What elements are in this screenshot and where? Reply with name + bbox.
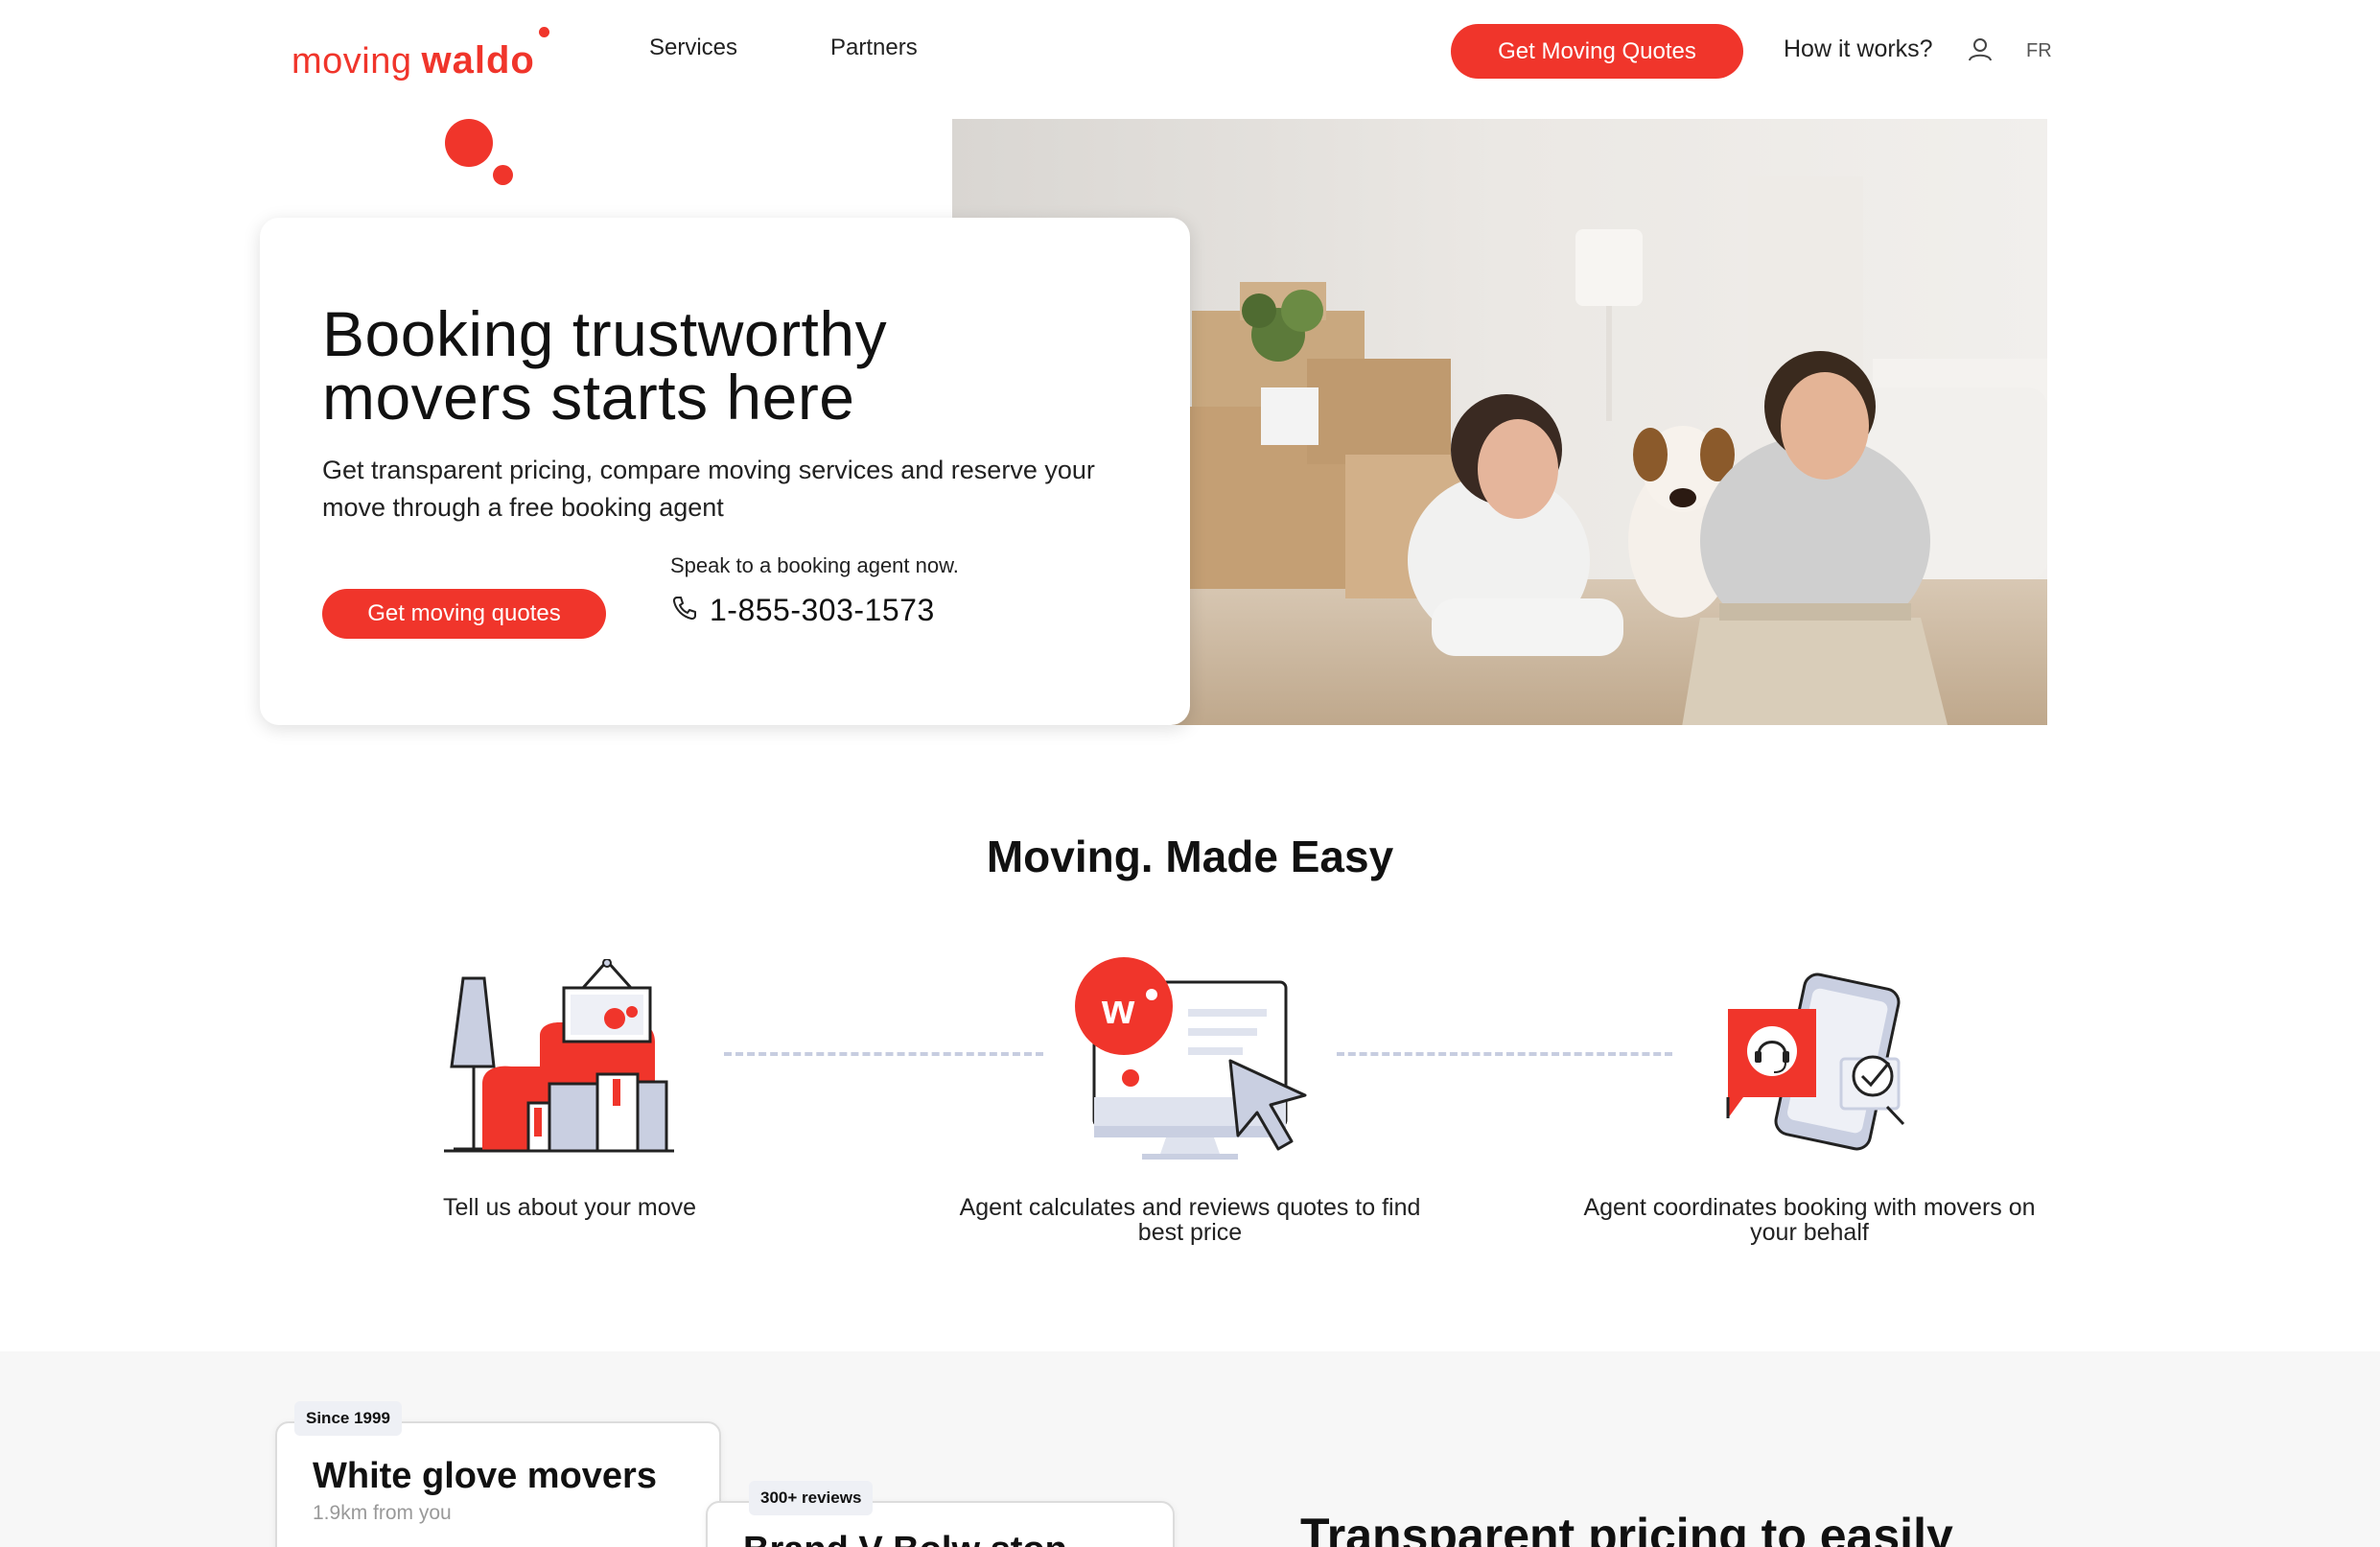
- logo-word-moving: moving: [292, 41, 412, 82]
- step-connector-dashes: [724, 1052, 1043, 1056]
- speak-to-agent-text: Speak to a booking agent now.: [670, 553, 959, 577]
- logo-word-waldo: waldo: [421, 39, 535, 82]
- phone-number-link[interactable]: 1-855-303-1573: [710, 593, 935, 628]
- pricing-section-title: Transparent pricing to easily: [1300, 1509, 1953, 1547]
- step-3-label: Agent coordinates booking with movers on…: [1583, 1194, 2036, 1246]
- get-moving-quotes-header-button[interactable]: Get Moving Quotes: [1451, 24, 1743, 79]
- since-badge: Since 1999: [294, 1401, 402, 1436]
- computer-quote-icon: w: [1075, 957, 1307, 1160]
- user-icon[interactable]: [1967, 36, 1994, 63]
- mover-card[interactable]: White glove movers 1.9km from you: [275, 1421, 721, 1547]
- mover-name: Brand V Bolw ston: [743, 1530, 1067, 1547]
- phone-icon: [672, 597, 696, 621]
- decorative-dot-small: [493, 165, 513, 185]
- hero-title: Booking trustworthy movers starts here: [322, 298, 888, 433]
- house-illustration-icon: [444, 959, 674, 1153]
- step-connector-dashes: [1337, 1052, 1672, 1056]
- how-it-works-link[interactable]: How it works?: [1784, 35, 1933, 63]
- section-title-moving-made-easy: Moving. Made Easy: [986, 832, 1394, 881]
- step-2-label: Agent calculates and reviews quotes to f…: [959, 1194, 1421, 1246]
- mover-distance: 1.9km from you: [313, 1502, 452, 1524]
- mover-name: White glove movers: [313, 1456, 657, 1496]
- page: moving waldo Services Partners Get Movin…: [0, 0, 2380, 1547]
- reviews-badge: 300+ reviews: [749, 1481, 874, 1515]
- nav-services-link[interactable]: Services: [649, 35, 737, 61]
- decorative-dot-large: [445, 119, 493, 167]
- step-1-label: Tell us about your move: [442, 1194, 697, 1221]
- svg-text:w: w: [1101, 986, 1135, 1033]
- moving-waldo-logo[interactable]: moving waldo: [292, 25, 549, 82]
- language-toggle[interactable]: FR: [2026, 40, 2052, 62]
- hero-subtitle: Get transparent pricing, compare moving …: [322, 456, 1095, 522]
- get-moving-quotes-hero-button[interactable]: Get moving quotes: [322, 589, 606, 639]
- nav-partners-link[interactable]: Partners: [830, 35, 918, 61]
- hero-card: Booking trustworthy movers starts here G…: [260, 218, 1190, 725]
- agent-phone-icon: [1726, 973, 1905, 1151]
- logo-dot: [538, 27, 549, 37]
